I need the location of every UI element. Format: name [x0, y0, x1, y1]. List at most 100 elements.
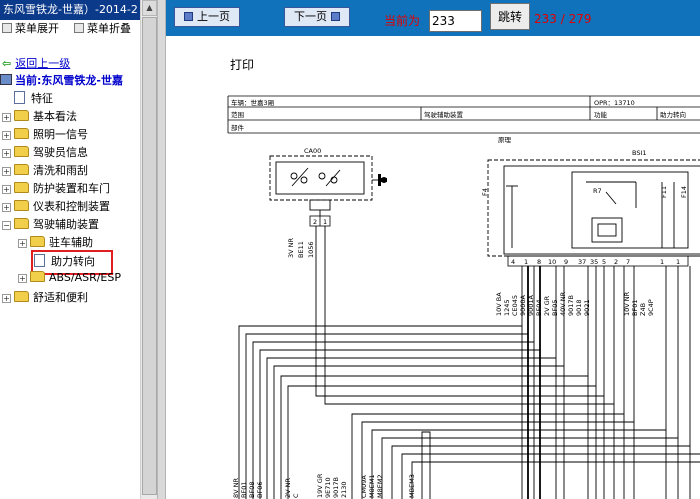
- tree-item-basic[interactable]: + 基本看法: [2, 108, 77, 126]
- next-page-button[interactable]: 下一页: [284, 7, 350, 27]
- bsi-pin-12: 1: [676, 258, 680, 266]
- relay-label: R7: [593, 187, 602, 195]
- left-pin-1: 1: [323, 218, 327, 226]
- folder-icon: [14, 110, 29, 121]
- page-count: 233 / 279: [534, 12, 592, 26]
- left-pin-2: 2: [313, 218, 317, 226]
- bsi-pin-10: 7: [626, 258, 630, 266]
- tree-item-driving-aids[interactable]: − 驾驶辅助装置: [2, 216, 99, 234]
- tree-item-comfort[interactable]: + 舒适和便利: [2, 289, 88, 307]
- navigation-pane: 东风雪铁龙-世嘉）-2014-2 菜单展开 菜单折叠 ⇦ 返回上一级 当前:东风雪…: [0, 0, 140, 499]
- wiring-diagram: 车辆：世嘉3厢 OPR：13710 范围 驾驶辅助装置 功能 助力转向 部件 原…: [227, 95, 700, 499]
- prev-page-label: 上一页: [197, 10, 230, 23]
- bottom-wire-7: 19V GR: [316, 473, 324, 498]
- range-text: 范围: [231, 110, 244, 119]
- bsi-wire-10: 9017B: [567, 295, 575, 316]
- tree-item-label: 仪表和控制装置: [33, 200, 110, 213]
- page-toolbar: 上一页 下一页 当前为 跳转 233 / 279: [166, 0, 700, 36]
- range-value-text: 驾驶辅助装置: [424, 110, 464, 119]
- bsi-wire-6: BF04: [535, 300, 543, 316]
- page-number-input[interactable]: [429, 10, 482, 32]
- ca00-label: CA00: [304, 147, 321, 155]
- function-value-text: 助力转向: [660, 110, 686, 119]
- bottom-wire-1: 8V NR: [232, 477, 240, 498]
- bottom-wire-3: BF08: [248, 482, 256, 498]
- bsi-wire-2: 1245: [503, 299, 511, 316]
- tree-item-abs[interactable]: + ABS/ASR/ESP: [18, 271, 121, 289]
- folder-icon: [14, 291, 29, 302]
- nav-scrollbar[interactable]: ▲: [140, 0, 157, 499]
- arrow-right-icon: [331, 12, 340, 21]
- next-page-label: 下一页: [294, 10, 327, 23]
- bottom-wire-4: BF06: [256, 482, 264, 498]
- bsi-pin-8: 5: [602, 258, 606, 266]
- tree-item-label: 驾驶员信息: [33, 146, 88, 159]
- bottom-wire-2: BF01: [240, 482, 248, 498]
- tree-item-label: 舒适和便利: [33, 291, 88, 304]
- bsi-wire-11: 9018: [575, 299, 583, 316]
- bsi-wire-14: BF01: [631, 300, 639, 316]
- jump-button[interactable]: 跳转: [490, 3, 530, 30]
- pane-splitter[interactable]: [157, 0, 166, 499]
- bottom-wire-10: 2130: [340, 481, 348, 498]
- tree-item-label: 照明一信号: [33, 128, 88, 141]
- bottom-wire-12: M8EM1: [368, 474, 376, 498]
- bsi-pin-1: 4: [511, 258, 515, 266]
- function-text: 功能: [594, 110, 608, 119]
- computer-icon: [0, 74, 12, 85]
- bsi-wire-1: 10V BA: [495, 292, 503, 316]
- tree-item-instruments[interactable]: + 仪表和控制装置: [2, 198, 110, 216]
- bottom-wire-5: 2V NR: [284, 477, 292, 498]
- expand-node-icon[interactable]: +: [2, 294, 11, 303]
- expand-node-icon[interactable]: +: [2, 131, 11, 140]
- tree-item-label: 基本看法: [33, 110, 77, 123]
- expand-node-icon[interactable]: +: [18, 274, 27, 283]
- tree-item-label: 防护装置和车门: [33, 182, 110, 195]
- bottom-wire-14: MBEM3: [408, 474, 416, 498]
- bottom-wire-9: 9017B: [332, 477, 340, 498]
- bsi-pin-5: 9: [564, 258, 568, 266]
- bsi-wire-4: 9000A: [519, 294, 527, 316]
- part-text: 部件: [231, 123, 245, 132]
- current-page-label: 当前为: [384, 14, 421, 28]
- left-wire-2: BE11: [297, 241, 305, 258]
- tree-item-label: 清洗和雨刮: [33, 164, 88, 177]
- expand-node-icon[interactable]: +: [2, 167, 11, 176]
- back-link[interactable]: ⇦ 返回上一级: [2, 55, 70, 70]
- tree-item-label: ABS/ASR/ESP: [49, 271, 121, 284]
- bsi-pin-4: 10: [548, 258, 556, 266]
- bottom-wire-8: 9E710: [324, 477, 332, 498]
- collapse-node-icon[interactable]: −: [2, 221, 11, 230]
- folder-icon: [30, 271, 45, 282]
- scroll-up-icon[interactable]: ▲: [142, 0, 157, 16]
- expand-icon: [2, 23, 12, 33]
- expand-node-icon[interactable]: +: [2, 113, 11, 122]
- tree-item-label: 特征: [31, 92, 53, 105]
- collapse-all-button[interactable]: 菜单折叠: [74, 20, 131, 38]
- fuse2-label: F11: [660, 186, 668, 198]
- prev-page-button[interactable]: 上一页: [174, 7, 240, 27]
- arrow-left-icon: [184, 12, 193, 21]
- tree-item-wash-wipe[interactable]: + 清洗和雨刮: [2, 162, 88, 180]
- left-wire-3: 1056: [307, 241, 315, 258]
- tree-item-lighting[interactable]: + 照明一信号: [2, 126, 88, 144]
- bsi1-box: [487, 159, 700, 257]
- document-viewer[interactable]: 打印 车辆：世嘉3厢 OPR：13710 范围 驾驶辅助装置 功能 助力转向 部…: [166, 36, 700, 499]
- bsi-wire-15: Z4B: [639, 303, 647, 316]
- bsi-pin-6: 37: [578, 258, 586, 266]
- expand-all-button[interactable]: 菜单展开: [2, 20, 59, 38]
- expand-node-icon[interactable]: +: [2, 185, 11, 194]
- bsi-wire-3: CE045: [511, 295, 519, 316]
- expand-node-icon[interactable]: +: [2, 203, 11, 212]
- bottom-wire-13: M8EM2: [376, 474, 384, 498]
- tree-item-feature[interactable]: 特征: [14, 90, 53, 108]
- bottom-wire-11: CM09A: [360, 475, 368, 498]
- folder-icon: [14, 182, 29, 193]
- tree-item-protection-doors[interactable]: + 防护装置和车门: [2, 180, 110, 198]
- opr-text: OPR：13710: [594, 99, 635, 107]
- folder-icon: [14, 200, 29, 211]
- expand-node-icon[interactable]: +: [18, 239, 27, 248]
- tree-item-driver-info[interactable]: + 驾驶员信息: [2, 144, 88, 162]
- scroll-thumb[interactable]: [142, 17, 157, 495]
- expand-node-icon[interactable]: +: [2, 149, 11, 158]
